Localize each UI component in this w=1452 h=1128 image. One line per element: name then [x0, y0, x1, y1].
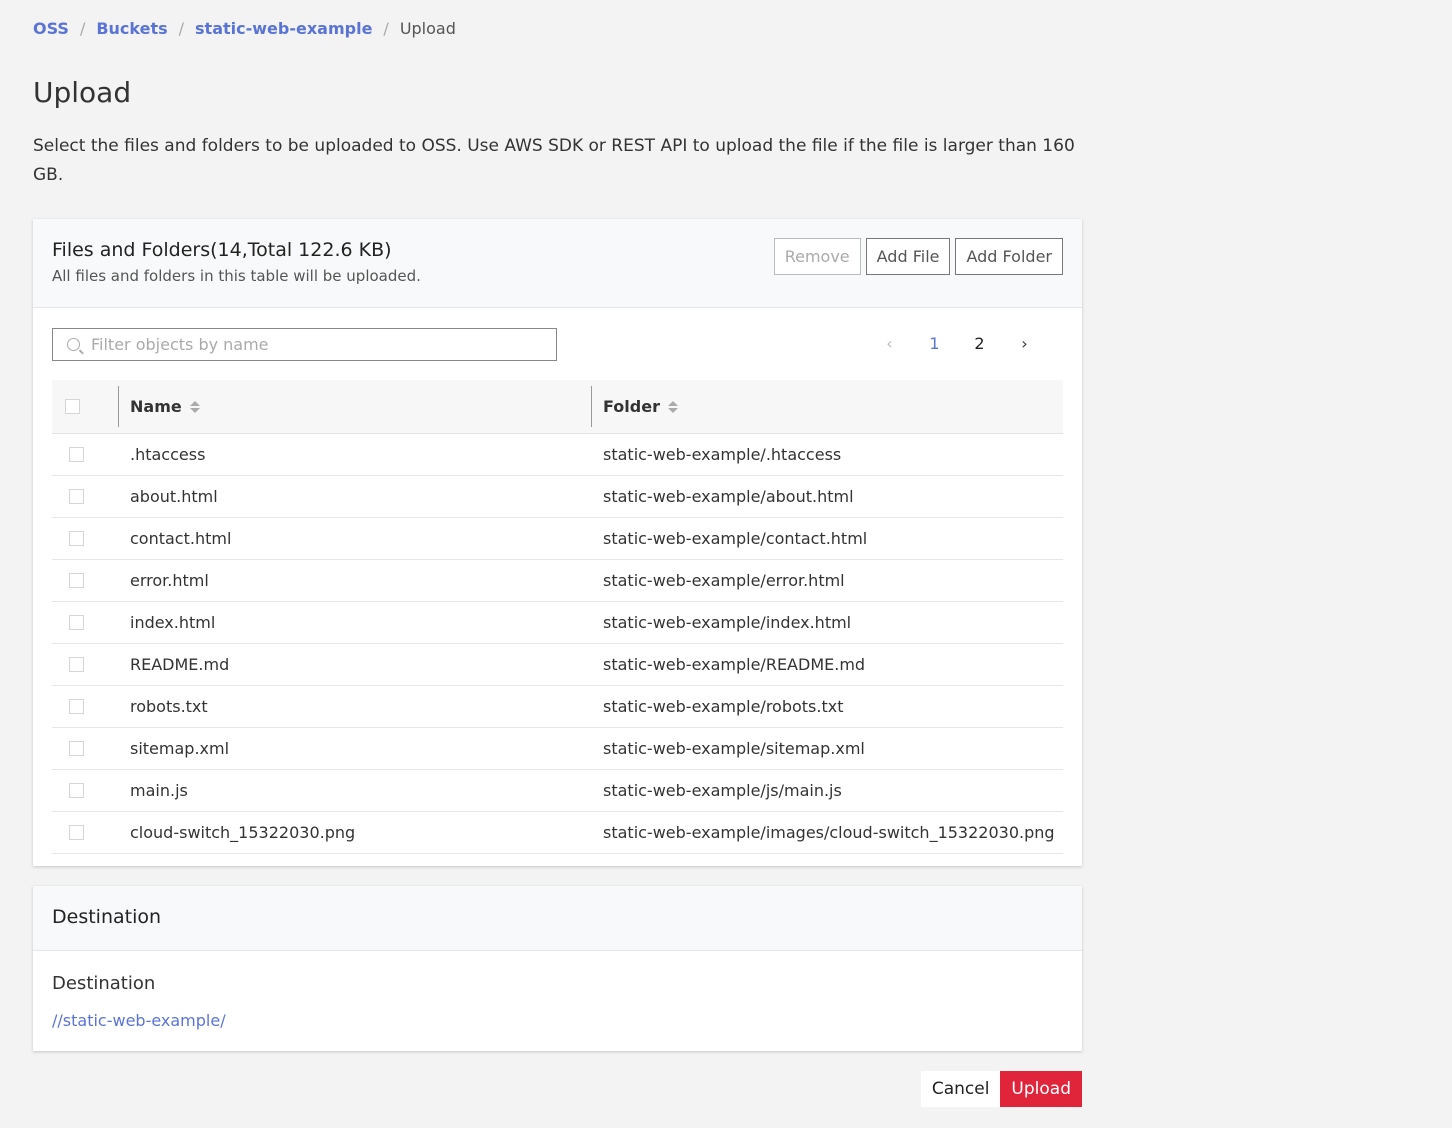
files-card-title: Files and Folders(14,Total 122.6 KB): [52, 239, 392, 261]
folder-header-label: Folder: [603, 397, 660, 416]
destination-label: Destination: [52, 973, 156, 994]
page-title: Upload: [33, 76, 132, 109]
table-row: error.html static-web-example/error.html: [52, 560, 1063, 602]
row-name: main.js: [130, 781, 188, 800]
row-folder: static-web-example/about.html: [603, 487, 854, 506]
row-name: robots.txt: [130, 697, 208, 716]
header-checkbox-cell: [52, 380, 118, 433]
breadcrumb-bucket[interactable]: static-web-example: [195, 19, 372, 38]
destination-card: Destination Destination //static-web-exa…: [33, 886, 1082, 1051]
destination-card-title: Destination: [52, 906, 162, 928]
breadcrumb-current: Upload: [399, 19, 456, 38]
row-checkbox[interactable]: [68, 783, 84, 798]
next-page-icon[interactable]: ›: [1002, 334, 1047, 353]
destination-path-link[interactable]: //static-web-example/: [52, 1011, 226, 1030]
row-name: cloud-switch_15322030.png: [130, 823, 356, 842]
table-row: contact.html static-web-example/contact.…: [52, 518, 1063, 560]
search-icon: [67, 338, 80, 351]
files-card-header: Files and Folders(14,Total 122.6 KB) All…: [33, 219, 1082, 308]
row-folder: static-web-example/robots.txt: [603, 697, 844, 716]
row-name: error.html: [130, 571, 209, 590]
row-folder: static-web-example/README.md: [603, 655, 866, 674]
files-table: Name Folder .htaccess static-web-example…: [52, 380, 1063, 854]
files-actions: Remove Add File Add Folder: [773, 238, 1063, 275]
row-folder: static-web-example/sitemap.xml: [603, 739, 865, 758]
remove-button[interactable]: Remove: [773, 238, 861, 275]
row-folder: static-web-example/contact.html: [603, 529, 868, 548]
row-checkbox[interactable]: [68, 741, 84, 756]
table-row: main.js static-web-example/js/main.js: [52, 770, 1063, 812]
sort-icon[interactable]: [189, 400, 200, 413]
breadcrumb-separator: /: [79, 19, 86, 38]
row-folder: static-web-example/.htaccess: [603, 445, 842, 464]
filter-box: [52, 328, 557, 361]
name-header-label: Name: [130, 397, 182, 416]
row-folder: static-web-example/index.html: [603, 613, 852, 632]
files-card-subtitle: All files and folders in this table will…: [52, 267, 421, 285]
breadcrumb-buckets[interactable]: Buckets: [96, 19, 167, 38]
row-name: .htaccess: [130, 445, 206, 464]
page-2-button[interactable]: 2: [957, 334, 1002, 353]
table-row: sitemap.xml static-web-example/sitemap.x…: [52, 728, 1063, 770]
row-checkbox[interactable]: [68, 573, 84, 588]
row-checkbox[interactable]: [68, 825, 84, 840]
name-column-header[interactable]: Name: [118, 380, 591, 433]
page-1-button[interactable]: 1: [912, 334, 957, 353]
cancel-button[interactable]: Cancel: [920, 1071, 1001, 1107]
page-description: Select the files and folders to be uploa…: [33, 136, 1075, 185]
sort-icon[interactable]: [667, 400, 678, 413]
breadcrumb-oss[interactable]: OSS: [33, 19, 69, 38]
files-card: Files and Folders(14,Total 122.6 KB) All…: [33, 219, 1082, 866]
row-folder: static-web-example/error.html: [603, 571, 845, 590]
add-folder-button[interactable]: Add Folder: [955, 238, 1063, 275]
folder-column-header[interactable]: Folder: [591, 380, 1063, 433]
row-checkbox[interactable]: [68, 531, 84, 546]
row-checkbox[interactable]: [68, 657, 84, 672]
table-row: robots.txt static-web-example/robots.txt: [52, 686, 1063, 728]
add-file-button[interactable]: Add File: [865, 238, 951, 275]
pagination: ‹ 1 2 ›: [867, 334, 1047, 353]
row-name: sitemap.xml: [130, 739, 230, 758]
footer-actions: Cancel Upload: [920, 1071, 1082, 1107]
row-name: index.html: [130, 613, 216, 632]
table-row: .htaccess static-web-example/.htaccess: [52, 434, 1063, 476]
row-folder: static-web-example/js/main.js: [603, 781, 842, 800]
destination-card-header: Destination: [33, 886, 1082, 951]
row-name: README.md: [130, 655, 230, 674]
breadcrumb-separator: /: [178, 19, 185, 38]
row-name: contact.html: [130, 529, 232, 548]
row-checkbox[interactable]: [68, 447, 84, 462]
table-row: about.html static-web-example/about.html: [52, 476, 1063, 518]
row-name: about.html: [130, 487, 218, 506]
upload-button[interactable]: Upload: [1000, 1071, 1082, 1107]
row-checkbox[interactable]: [68, 615, 84, 630]
filter-input[interactable]: [89, 334, 533, 355]
breadcrumb: OSS / Buckets / static-web-example / Upl…: [33, 19, 456, 38]
table-row: cloud-switch_15322030.png static-web-exa…: [52, 812, 1063, 854]
row-folder: static-web-example/images/cloud-switch_1…: [603, 823, 1055, 842]
select-all-checkbox[interactable]: [64, 399, 80, 414]
table-row: README.md static-web-example/README.md: [52, 644, 1063, 686]
row-checkbox[interactable]: [68, 699, 84, 714]
breadcrumb-separator: /: [383, 19, 389, 38]
table-row: index.html static-web-example/index.html: [52, 602, 1063, 644]
row-checkbox[interactable]: [68, 489, 84, 504]
prev-page-icon[interactable]: ‹: [867, 334, 912, 353]
table-header: Name Folder: [52, 380, 1063, 434]
